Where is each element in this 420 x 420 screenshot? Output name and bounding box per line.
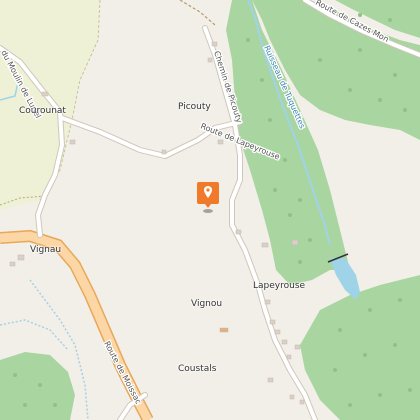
place-label-vignau: Vignau	[30, 245, 62, 255]
place-label-courounat: Courounat	[19, 106, 66, 116]
place-label-coustals: Coustals	[178, 364, 217, 374]
location-pin-icon[interactable]	[196, 181, 220, 215]
map-view[interactable]: Route de Moissac Route de Lapeyrouse Che…	[0, 0, 420, 420]
place-label-picouty: Picouty	[178, 102, 211, 112]
road-label-moissac: Route de Moissac	[102, 340, 143, 406]
place-label-lapeyrouse: Lapeyrouse	[253, 281, 306, 291]
road-label-lapeyrouse: Route de Lapeyrouse	[199, 122, 281, 162]
road-label-cazes: Route de Cazes Mon	[314, 0, 390, 44]
stream-label-tuquettes: Ruisseau de Tuquettes	[262, 44, 307, 130]
place-label-vignou: Vignou	[191, 299, 223, 309]
road-label-chemin-picouty: Chemin de Picouty	[212, 50, 244, 124]
